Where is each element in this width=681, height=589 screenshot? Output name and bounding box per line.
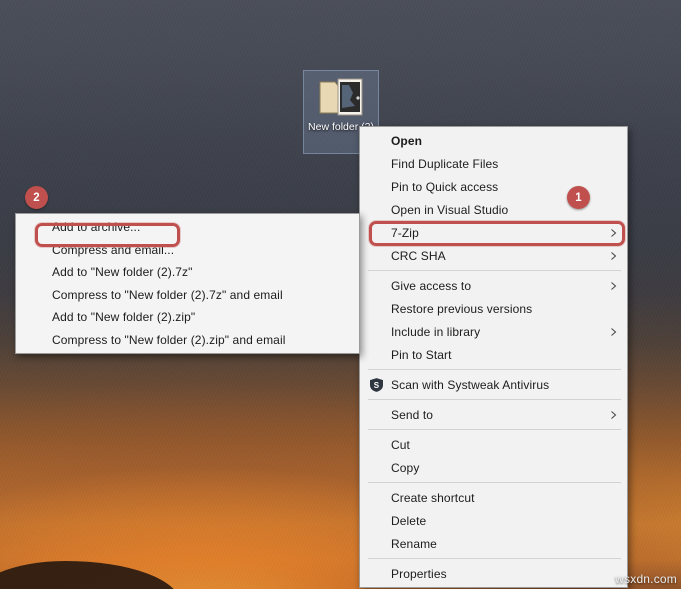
chevron-right-icon	[610, 281, 618, 290]
menu-item-label: Restore previous versions	[391, 301, 533, 316]
menu-item-create-shortcut[interactable]: Create shortcut	[360, 486, 627, 509]
wallpaper-hill-silhouette	[0, 561, 180, 589]
annotation-badge-2: 2	[25, 186, 48, 209]
menu-item-copy[interactable]: Copy	[360, 456, 627, 479]
menu-item-crc-sha[interactable]: CRC SHA	[360, 244, 627, 267]
chevron-right-icon	[610, 251, 618, 260]
menu-item-label: Send to	[391, 407, 434, 422]
menu-item-label: Pin to Start	[391, 347, 452, 362]
menu-separator	[368, 369, 621, 370]
menu-item-label: Pin to Quick access	[391, 179, 499, 194]
submenu-item-label: Compress to "New folder (2).zip" and ema…	[52, 332, 286, 347]
submenu-item-label: Add to archive...	[52, 220, 141, 235]
menu-item-label: Create shortcut	[391, 490, 475, 505]
menu-separator	[368, 270, 621, 271]
desktop[interactable]: New folder (2) Open Find Duplicate Files P…	[0, 0, 681, 589]
submenu-item-compress-to-new-folder-2-zip-and-email[interactable]: Compress to "New folder (2).zip" and ema…	[16, 329, 359, 352]
menu-separator	[368, 482, 621, 483]
menu-item-label: Properties	[391, 566, 447, 581]
submenu-item-label: Compress to "New folder (2).7z" and emai…	[52, 287, 283, 302]
menu-item-include-in-library[interactable]: Include in library	[360, 320, 627, 343]
menu-item-label: Give access to	[391, 278, 472, 293]
submenu-item-add-to-new-folder-2-zip[interactable]: Add to "New folder (2).zip"	[16, 306, 359, 329]
menu-item-label: Delete	[391, 513, 427, 528]
menu-item-pin-to-start[interactable]: Pin to Start	[360, 343, 627, 366]
svg-text:S: S	[374, 380, 380, 389]
menu-item-label: 7-Zip	[391, 225, 419, 240]
menu-item-open[interactable]: Open	[360, 129, 627, 152]
menu-item-7-zip[interactable]: 7-Zip	[360, 221, 627, 244]
watermark: wsxdn.com	[615, 572, 677, 586]
menu-item-label: Rename	[391, 536, 437, 551]
menu-item-label: Cut	[391, 437, 410, 452]
submenu-item-compress-to-new-folder-2-7z-and-email[interactable]: Compress to "New folder (2).7z" and emai…	[16, 284, 359, 307]
menu-item-label: Open in Visual Studio	[391, 202, 509, 217]
chevron-right-icon	[610, 410, 618, 419]
menu-item-rename[interactable]: Rename	[360, 532, 627, 555]
menu-item-label: Include in library	[391, 324, 481, 339]
submenu-item-label: Compress and email...	[52, 242, 175, 257]
submenu-item-add-to-archive[interactable]: Add to archive...	[16, 216, 359, 239]
menu-item-label: Scan with Systweak Antivirus	[391, 377, 550, 392]
menu-separator	[368, 558, 621, 559]
chevron-right-icon	[610, 228, 618, 237]
submenu-7zip[interactable]: Add to archive... Compress and email... Ad…	[15, 213, 360, 354]
menu-item-properties[interactable]: Properties	[360, 562, 627, 585]
menu-item-label: CRC SHA	[391, 248, 446, 263]
menu-item-cut[interactable]: Cut	[360, 433, 627, 456]
chevron-right-icon	[610, 327, 618, 336]
menu-item-find-duplicate-files[interactable]: Find Duplicate Files	[360, 152, 627, 175]
menu-item-label: Copy	[391, 460, 420, 475]
shield-icon: S	[369, 377, 384, 392]
menu-separator	[368, 399, 621, 400]
menu-item-restore-previous-versions[interactable]: Restore previous versions	[360, 297, 627, 320]
menu-item-send-to[interactable]: Send to	[360, 403, 627, 426]
menu-item-label: Find Duplicate Files	[391, 156, 499, 171]
menu-item-label: Open	[391, 133, 423, 148]
menu-separator	[368, 429, 621, 430]
menu-item-scan-with-systweak-antivirus[interactable]: S Scan with Systweak Antivirus	[360, 373, 627, 396]
submenu-item-compress-and-email[interactable]: Compress and email...	[16, 239, 359, 262]
submenu-item-label: Add to "New folder (2).7z"	[52, 265, 193, 280]
annotation-badge-1: 1	[567, 186, 590, 209]
open-folder-icon	[318, 76, 364, 118]
menu-item-give-access-to[interactable]: Give access to	[360, 274, 627, 297]
menu-item-delete[interactable]: Delete	[360, 509, 627, 532]
submenu-item-label: Add to "New folder (2).zip"	[52, 310, 196, 325]
submenu-item-add-to-new-folder-2-7z[interactable]: Add to "New folder (2).7z"	[16, 261, 359, 284]
